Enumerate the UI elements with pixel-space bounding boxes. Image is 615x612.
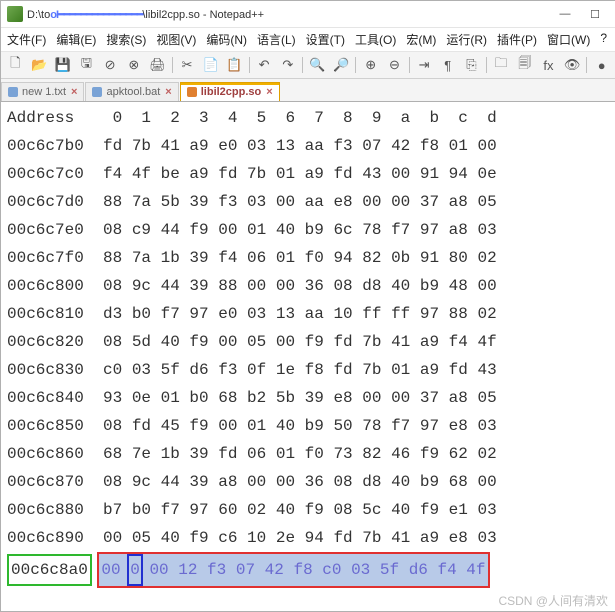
hex-row[interactable]: 00c6c7c0 f4 4f be a9 fd 7b 01 a9 fd 43 0… xyxy=(7,160,610,188)
tab-libil2cpp[interactable]: libil2cpp.so × xyxy=(180,82,280,101)
hex-row[interactable]: 00c6c850 08 fd 45 f9 00 01 40 b9 50 78 f… xyxy=(7,412,610,440)
hex-row[interactable]: 00c6c7e0 08 c9 44 f9 00 01 40 b9 6c 78 f… xyxy=(7,216,610,244)
hex-editor-area[interactable]: Address 0 1 2 3 4 5 6 7 8 9 a b c d 00c6… xyxy=(1,102,615,590)
notepadpp-icon xyxy=(7,6,23,22)
folder-icon[interactable]: 🗀 xyxy=(490,54,513,76)
tab-close-icon[interactable]: × xyxy=(266,86,272,98)
separator xyxy=(249,57,250,73)
tab-close-icon[interactable]: × xyxy=(165,86,171,98)
hex-row[interactable]: 00c6c880 b7 b0 f7 97 60 02 40 f9 08 5c 4… xyxy=(7,496,610,524)
menu-view[interactable]: 视图(V) xyxy=(156,31,196,48)
redo-icon[interactable]: ↷ xyxy=(276,54,299,76)
csdn-watermark: CSDN @人间有清欢 xyxy=(1,588,615,611)
undo-icon[interactable]: ↶ xyxy=(253,54,276,76)
tab-label: libil2cpp.so xyxy=(201,86,262,98)
show-all-chars-icon[interactable]: ¶ xyxy=(436,54,459,76)
toolbar: 🗋 📂 💾 🖫 ⊘ ⊗ 🖨 ✂ 📄 📋 ↶ ↷ 🔍 🔎 ⊕ ⊖ ⇥ ¶ ⎘ 🗀 … xyxy=(1,52,615,79)
selected-address: 00c6c8a0 xyxy=(7,554,92,586)
doc-map-icon[interactable]: 🗐 xyxy=(513,54,536,76)
menu-language[interactable]: 语言(L) xyxy=(257,31,296,48)
close-icon[interactable]: ⊘ xyxy=(99,54,122,76)
hex-header: Address 0 1 2 3 4 5 6 7 8 9 a b c d xyxy=(7,104,610,132)
path-prefix: D:\to xyxy=(27,9,50,21)
tab-apktool[interactable]: apktool.bat × xyxy=(85,82,178,101)
separator xyxy=(586,57,587,73)
tab-label: apktool.bat xyxy=(106,86,160,98)
titlebar: D:\tooI━━━━━━━━━━━━━━━\libil2cpp.so - No… xyxy=(1,1,615,28)
cut-icon[interactable]: ✂ xyxy=(176,54,199,76)
hex-row[interactable]: 00c6c800 08 9c 44 39 88 00 00 36 08 d8 4… xyxy=(7,272,610,300)
menu-window[interactable]: 窗口(W) xyxy=(547,31,590,48)
hex-row[interactable]: 00c6c890 00 05 40 f9 c6 10 2e 94 fd 7b 4… xyxy=(7,524,610,552)
hex-row-selected[interactable]: 00c6c8a0 00 0 00 12 f3 07 42 f8 c0 03 5f… xyxy=(7,552,610,588)
paste-icon[interactable]: 📋 xyxy=(223,54,246,76)
new-file-icon[interactable]: 🗋 xyxy=(4,54,27,76)
zoom-out-icon[interactable]: ⊖ xyxy=(383,54,406,76)
menu-file[interactable]: 文件(F) xyxy=(7,31,46,48)
tab-label: new 1.txt xyxy=(22,86,66,98)
menu-tools[interactable]: 工具(O) xyxy=(355,31,396,48)
replace-icon[interactable]: 🔎 xyxy=(330,54,353,76)
separator xyxy=(486,57,487,73)
hex-row[interactable]: 00c6c820 08 5d 40 f9 00 05 00 f9 fd 7b 4… xyxy=(7,328,610,356)
redacted-scribble: oI━━━━━━━━━━━━━━━ xyxy=(50,8,142,21)
indent-guide-icon[interactable]: ⎘ xyxy=(460,54,483,76)
open-file-icon[interactable]: 📂 xyxy=(28,54,51,76)
hex-row[interactable]: 00c6c830 c0 03 5f d6 f3 0f 1e f8 fd 7b 0… xyxy=(7,356,610,384)
save-all-icon[interactable]: 🖫 xyxy=(75,54,98,76)
separator xyxy=(172,57,173,73)
path-suffix: \libil2cpp.so - Notepad++ xyxy=(142,9,264,21)
maximize-button[interactable]: ☐ xyxy=(580,4,610,24)
selected-bytes: 00 0 00 12 f3 07 42 f8 c0 03 5f d6 f4 4f xyxy=(97,552,489,588)
minimize-button[interactable]: — xyxy=(550,4,580,24)
wordwrap-icon[interactable]: ⇥ xyxy=(413,54,436,76)
tab-close-icon[interactable]: × xyxy=(71,86,77,98)
hex-row[interactable]: 00c6c7b0 fd 7b 41 a9 e0 03 13 aa f3 07 4… xyxy=(7,132,610,160)
menubar: 文件(F) 编辑(E) 搜索(S) 视图(V) 编码(N) 语言(L) 设置(T… xyxy=(1,28,615,52)
find-icon[interactable]: 🔍 xyxy=(306,54,329,76)
menu-run[interactable]: 运行(R) xyxy=(446,31,487,48)
print-icon[interactable]: 🖨 xyxy=(146,54,169,76)
monitor-icon[interactable]: 👁 xyxy=(561,54,584,76)
hex-row[interactable]: 00c6c870 08 9c 44 39 a8 00 00 36 08 d8 4… xyxy=(7,468,610,496)
record-macro-icon[interactable]: ● xyxy=(590,54,613,76)
hex-row[interactable]: 00c6c7f0 88 7a 1b 39 f4 06 01 f0 94 82 0… xyxy=(7,244,610,272)
copy-icon[interactable]: 📄 xyxy=(199,54,222,76)
window-title: D:\tooI━━━━━━━━━━━━━━━\libil2cpp.so - No… xyxy=(27,8,550,21)
save-icon[interactable]: 💾 xyxy=(51,54,74,76)
menu-settings[interactable]: 设置(T) xyxy=(306,31,345,48)
close-all-icon[interactable]: ⊗ xyxy=(122,54,145,76)
menu-macro[interactable]: 宏(M) xyxy=(406,31,436,48)
hex-row[interactable]: 00c6c810 d3 b0 f7 97 e0 03 13 aa 10 ff f… xyxy=(7,300,610,328)
tab-dot-icon xyxy=(8,87,18,97)
menu-search[interactable]: 搜索(S) xyxy=(106,31,146,48)
menu-plugins[interactable]: 插件(P) xyxy=(497,31,537,48)
separator xyxy=(409,57,410,73)
hex-row[interactable]: 00c6c7d0 88 7a 5b 39 f3 03 00 aa e8 00 0… xyxy=(7,188,610,216)
menu-edit[interactable]: 编辑(E) xyxy=(56,31,96,48)
tabbar: new 1.txt × apktool.bat × libil2cpp.so × xyxy=(1,79,615,102)
tab-new1[interactable]: new 1.txt × xyxy=(1,82,84,101)
tab-dot-icon xyxy=(92,87,102,97)
menu-help[interactable]: ? xyxy=(600,31,607,48)
menu-encoding[interactable]: 编码(N) xyxy=(206,31,247,48)
tab-dot-icon xyxy=(187,87,197,97)
zoom-in-icon[interactable]: ⊕ xyxy=(359,54,382,76)
function-list-icon[interactable]: fx xyxy=(537,54,560,76)
separator xyxy=(302,57,303,73)
hex-row[interactable]: 00c6c860 68 7e 1b 39 fd 06 01 f0 73 82 4… xyxy=(7,440,610,468)
hex-row[interactable]: 00c6c840 93 0e 01 b0 68 b2 5b 39 e8 00 0… xyxy=(7,384,610,412)
separator xyxy=(355,57,356,73)
